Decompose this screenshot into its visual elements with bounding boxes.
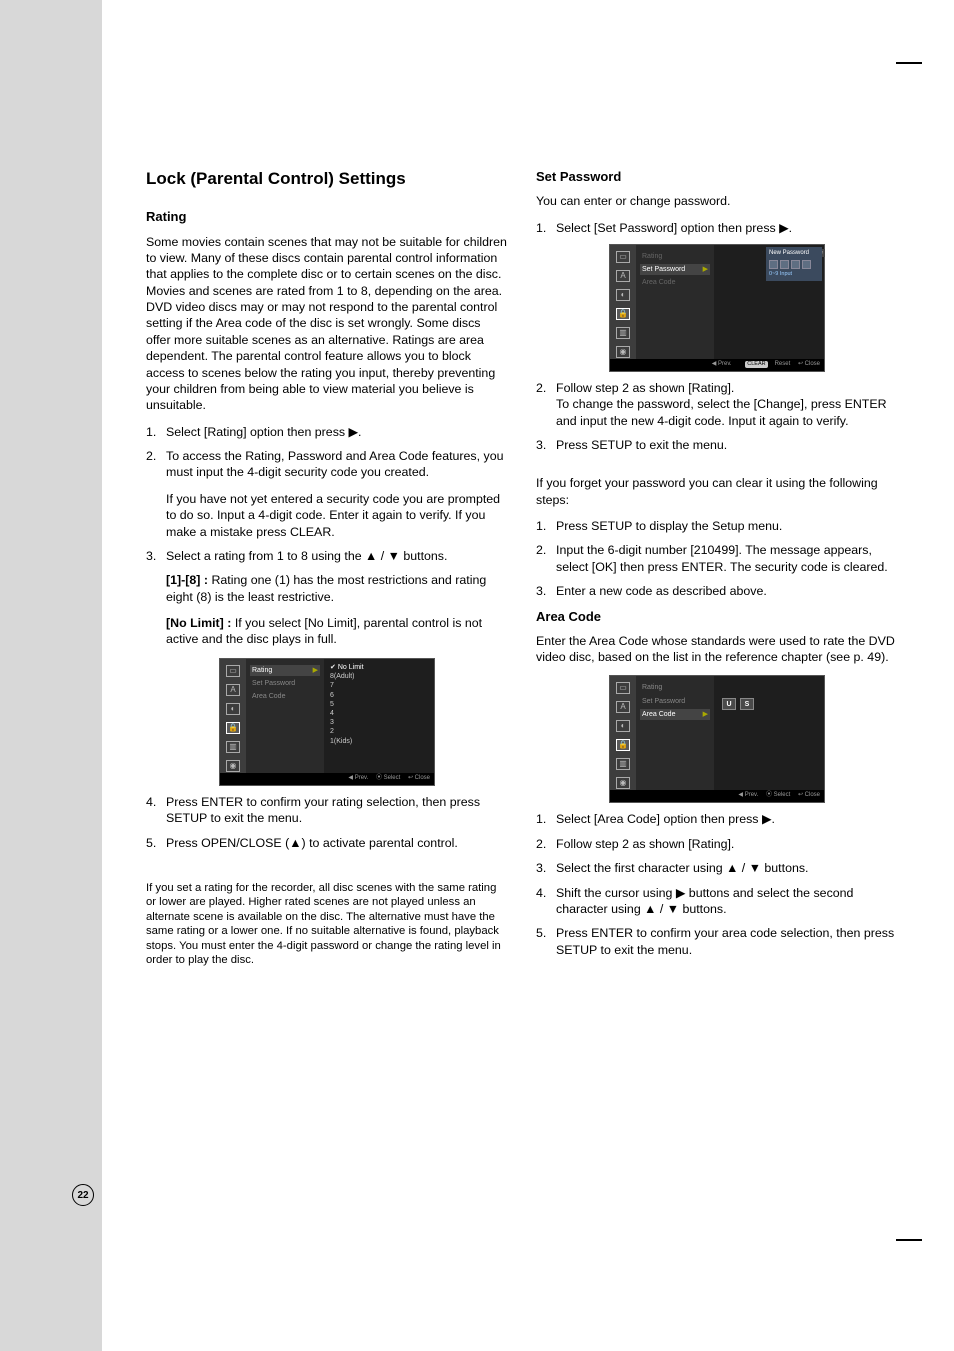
setpw-intro: You can enter or change password. — [536, 193, 898, 209]
area-heading: Area Code — [536, 608, 898, 625]
osd-rating-list: ✔No Limit 8(Adult) 7 6 5 4 3 2 1(Kids) — [324, 659, 434, 773]
column-right: Set Password You can enter or change pas… — [536, 168, 898, 968]
area-step-5: Press ENTER to confirm your area code se… — [556, 925, 898, 958]
setpw-step-2: Follow step 2 as shown [Rating]. To chan… — [556, 380, 898, 429]
setpw-step-3: Press SETUP to exit the menu. — [556, 437, 898, 453]
osd-icon-audio: ◐ — [616, 289, 630, 301]
osd-icon-general: ▭ — [616, 251, 630, 263]
setpw-heading: Set Password — [536, 168, 898, 185]
osd-icon-lock: 🔒 — [226, 722, 240, 734]
osd-icon-disc: ◉ — [616, 777, 630, 789]
osd-icon-general: ▭ — [616, 682, 630, 694]
left-gutter: 22 — [0, 0, 102, 1351]
osd-icon-language: A — [616, 270, 630, 282]
rating-step-1: Select [Rating] option then press ▶. — [166, 424, 508, 440]
osd-icon-disc: ◉ — [616, 346, 630, 358]
osd-icon-rec: ▥ — [226, 741, 240, 753]
forgot-step-2: Input the 6-digit number [210499]. The m… — [556, 542, 898, 575]
page-number-badge: 22 — [72, 1184, 94, 1206]
rating-step-4: Press ENTER to confirm your rating selec… — [166, 794, 508, 827]
area-step-4: Shift the cursor using ▶ buttons and sel… — [556, 885, 898, 918]
setpw-step-1: Select [Set Password] option then press … — [556, 220, 898, 236]
crop-mark-bottom — [896, 1239, 922, 1241]
setpw-steps-1: 1.Select [Set Password] option then pres… — [536, 220, 898, 236]
page-content: Lock (Parental Control) Settings Rating … — [102, 0, 954, 1351]
osd-icon-audio: ◐ — [226, 703, 240, 715]
area-step-2: Follow step 2 as shown [Rating]. — [556, 836, 898, 852]
osd-password-figure: ▭ A ◐ 🔒 ▥ ◉ Rating Set Password▶ Area Co… — [609, 244, 825, 372]
rating-nolimit-note: [No Limit] : If you select [No Limit], p… — [166, 615, 508, 648]
forgot-step-1: Press SETUP to display the Setup menu. — [556, 518, 898, 534]
osd-icon-disc: ◉ — [226, 760, 240, 772]
area-step-3: Select the first character using ▲ / ▼ b… — [556, 860, 898, 876]
osd-area-code-boxes: U S — [722, 698, 820, 710]
rating-steps: 1.Select [Rating] option then press ▶. 2… — [146, 424, 508, 565]
osd-icon-language: A — [226, 684, 240, 696]
forgot-intro: If you forget your password you can clea… — [536, 475, 898, 508]
setpw-steps-2: 2. Follow step 2 as shown [Rating]. To c… — [536, 380, 898, 454]
forgot-steps: 1.Press SETUP to display the Setup menu.… — [536, 518, 898, 600]
rating-steps-cont: 4.Press ENTER to confirm your rating sel… — [146, 794, 508, 851]
osd-rating-figure: ▭ A ◐ 🔒 ▥ ◉ Rating▶ Set Password Area Co… — [219, 658, 435, 786]
osd-icon-rec: ▥ — [616, 327, 630, 339]
osd-icon-lock: 🔒 — [616, 308, 630, 320]
osd-icon-language: A — [616, 701, 630, 713]
area-step-1: Select [Area Code] option then press ▶. — [556, 811, 898, 827]
osd-icon-general: ▭ — [226, 665, 240, 677]
rating-range-note: [1]-[8] : Rating one (1) has the most re… — [166, 572, 508, 605]
area-steps: 1.Select [Area Code] option then press ▶… — [536, 811, 898, 958]
osd-areacode-figure: ▭ A ◐ 🔒 ▥ ◉ Rating Set Password Area Cod… — [609, 675, 825, 803]
rating-step-3: Select a rating from 1 to 8 using the ▲ … — [166, 548, 508, 564]
rating-footnote: If you set a rating for the recorder, al… — [146, 881, 508, 968]
rating-step-2: To access the Rating, Password and Area … — [166, 448, 508, 540]
osd-icon-rec: ▥ — [616, 758, 630, 770]
rating-heading: Rating — [146, 208, 508, 225]
rating-intro: Some movies contain scenes that may not … — [146, 234, 508, 414]
osd-icon-audio: ◐ — [616, 720, 630, 732]
osd-new-password-popup: New Password 0~9 Input — [766, 247, 822, 281]
section-title: Lock (Parental Control) Settings — [146, 168, 508, 190]
crop-mark-top — [896, 62, 922, 64]
area-intro: Enter the Area Code whose standards were… — [536, 633, 898, 666]
forgot-step-3: Enter a new code as described above. — [556, 583, 898, 599]
osd-icon-lock: 🔒 — [616, 739, 630, 751]
rating-step-5: Press OPEN/CLOSE (▲) to activate parenta… — [166, 835, 508, 851]
column-left: Lock (Parental Control) Settings Rating … — [146, 168, 508, 968]
